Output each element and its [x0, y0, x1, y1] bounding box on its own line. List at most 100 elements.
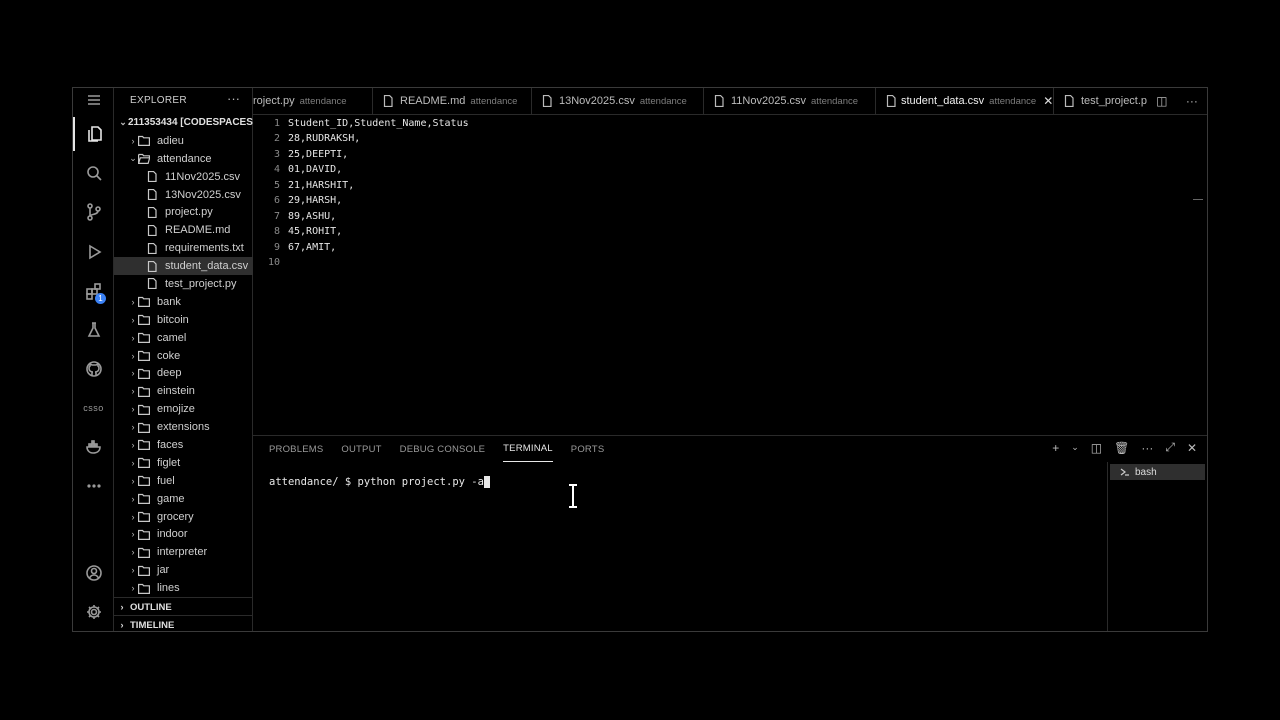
account-icon[interactable]	[73, 556, 114, 590]
file-icon	[542, 94, 554, 108]
folder-item[interactable]: › adieu	[114, 132, 253, 150]
panel-tab-ports[interactable]: PORTS	[571, 436, 605, 462]
trash-icon[interactable]: 🗑︎	[1114, 441, 1129, 455]
folder-item[interactable]: › figlet	[114, 454, 253, 472]
folder-item[interactable]: › einstein	[114, 382, 253, 400]
chevron-right-icon: ›	[131, 457, 135, 468]
file-item[interactable]: 13Nov2025.csv	[114, 186, 253, 204]
source-control-icon[interactable]	[73, 195, 114, 229]
file-item[interactable]: 11Nov2025.csv	[114, 168, 253, 186]
docker-icon[interactable]	[73, 430, 114, 464]
folder-item[interactable]: ⌄ attendance	[114, 150, 253, 168]
workspace-root[interactable]: ⌄ 211353434 [CODESPACES: ...	[114, 114, 253, 132]
maximize-panel-icon[interactable]: ⤢	[1165, 440, 1175, 455]
folder-item[interactable]: › fuel	[114, 472, 253, 490]
vscode-window: 1 csso EXPLORER ··· ⌄ 211353434 [CODESPA…	[72, 87, 1208, 632]
tab-description: attendance	[989, 95, 1037, 107]
minimap-marker	[1193, 199, 1203, 200]
menu-icon[interactable]	[73, 88, 114, 117]
tab-editor[interactable]: 11Nov2025.csv attendance	[704, 88, 876, 114]
line-number: 6	[273, 195, 280, 207]
tab-editor[interactable]: roject.py attendance	[253, 88, 373, 114]
activity-bar: 1 csso	[73, 88, 114, 631]
tab-editor[interactable]: README.md attendance	[373, 88, 532, 114]
code-line: 5 21,HARSHIT,	[253, 178, 354, 194]
folder-icon	[138, 368, 152, 379]
file-item[interactable]: README.md	[114, 221, 253, 239]
file-item[interactable]: test_project.py	[114, 275, 253, 293]
timeline-section[interactable]: › TIMELINE	[114, 615, 253, 631]
chevron-down-icon[interactable]: ⌄	[1071, 442, 1079, 453]
chevron-right-icon: ›	[131, 296, 135, 307]
panel-tab-problems[interactable]: PROBLEMS	[269, 436, 323, 462]
code-line: 10	[253, 255, 288, 271]
file-item[interactable]: student_data.csv	[114, 257, 253, 276]
line-text: 21,HARSHIT,	[288, 179, 355, 191]
run-debug-icon[interactable]	[73, 235, 114, 269]
file-icon	[1064, 94, 1076, 108]
new-terminal-icon[interactable]: +	[1052, 441, 1059, 455]
line-text: 01,DAVID,	[288, 164, 343, 176]
folder-item[interactable]: › bank	[114, 293, 253, 311]
file-icon	[383, 94, 395, 108]
panel-tab-output[interactable]: OUTPUT	[341, 436, 381, 462]
file-item[interactable]: project.py	[114, 203, 253, 221]
folder-icon	[138, 332, 152, 344]
folder-item[interactable]: › extensions	[114, 418, 253, 436]
extensions-icon[interactable]: 1	[73, 274, 114, 308]
file-icon	[886, 94, 896, 108]
split-editor-icon[interactable]: ◫	[1156, 94, 1167, 108]
testing-icon[interactable]	[73, 313, 114, 347]
folder-icon	[138, 529, 152, 540]
item-label: grocery	[157, 510, 194, 523]
folder-item[interactable]: › emojize	[114, 400, 253, 418]
terminal-instance[interactable]: bash	[1110, 464, 1205, 480]
panel-tab-debug-console[interactable]: DEBUG CONSOLE	[400, 436, 485, 462]
line-number: 10	[267, 257, 280, 269]
file-item[interactable]: requirements.txt	[114, 239, 253, 257]
folder-item[interactable]: › interpreter	[114, 543, 253, 561]
close-tab-icon[interactable]: ✕	[1043, 94, 1053, 108]
csso-icon[interactable]: csso	[73, 391, 114, 425]
more-actions-icon[interactable]: ···	[1186, 94, 1198, 108]
chevron-right-icon: ›	[131, 368, 135, 379]
folder-item[interactable]: › faces	[114, 436, 253, 454]
code-editor[interactable]: 1 Student_ID,Student_Name,Status 2 28,RUDRA…	[253, 115, 1207, 435]
chevron-right-icon: ›	[131, 511, 135, 522]
search-icon[interactable]	[73, 156, 114, 190]
folder-item[interactable]: › coke	[114, 347, 253, 365]
tab-editor[interactable]: 13Nov2025.csv attendance	[532, 88, 704, 114]
code-line: 7 89,ASHU,	[253, 209, 336, 225]
line-number: 7	[273, 210, 280, 222]
folder-icon	[138, 493, 152, 505]
folder-item[interactable]: › deep	[114, 364, 253, 382]
outline-section[interactable]: › OUTLINE	[114, 597, 253, 616]
folder-icon	[138, 547, 152, 558]
split-terminal-icon[interactable]: ◫	[1091, 441, 1102, 455]
settings-gear-icon[interactable]	[73, 595, 114, 629]
github-icon[interactable]	[73, 352, 114, 386]
tab-label: 11Nov2025.csv	[731, 95, 807, 107]
close-icon[interactable]: ✕	[1187, 441, 1197, 455]
code-line: 3 25,DEEPTI,	[253, 147, 348, 163]
more-icon[interactable]	[73, 469, 114, 503]
file-icon	[146, 260, 160, 272]
folder-item[interactable]: › jar	[114, 561, 253, 579]
tab-active[interactable]: student_data.csv attendance ✕	[876, 88, 1054, 114]
folder-item[interactable]: › bitcoin	[114, 311, 253, 329]
explorer-icon[interactable]	[73, 117, 114, 151]
tab-label: test_project.py	[1081, 95, 1153, 107]
folder-item[interactable]: › camel	[114, 329, 253, 347]
folder-item[interactable]: › indoor	[114, 525, 253, 543]
item-label: fuel	[157, 474, 175, 487]
folder-icon	[138, 350, 152, 362]
panel-tab-terminal[interactable]: TERMINAL	[503, 436, 553, 462]
folder-item[interactable]: › lines	[114, 579, 253, 597]
folder-item[interactable]: › game	[114, 490, 253, 508]
file-icon	[146, 188, 160, 201]
chevron-right-icon: ›	[131, 404, 135, 415]
folder-item[interactable]: › grocery	[114, 508, 253, 526]
terminal-output[interactable]: attendance/ $ python project.py -a	[269, 476, 490, 488]
explorer-more-button[interactable]: ···	[227, 91, 240, 106]
more-icon[interactable]: ···	[1141, 441, 1153, 455]
